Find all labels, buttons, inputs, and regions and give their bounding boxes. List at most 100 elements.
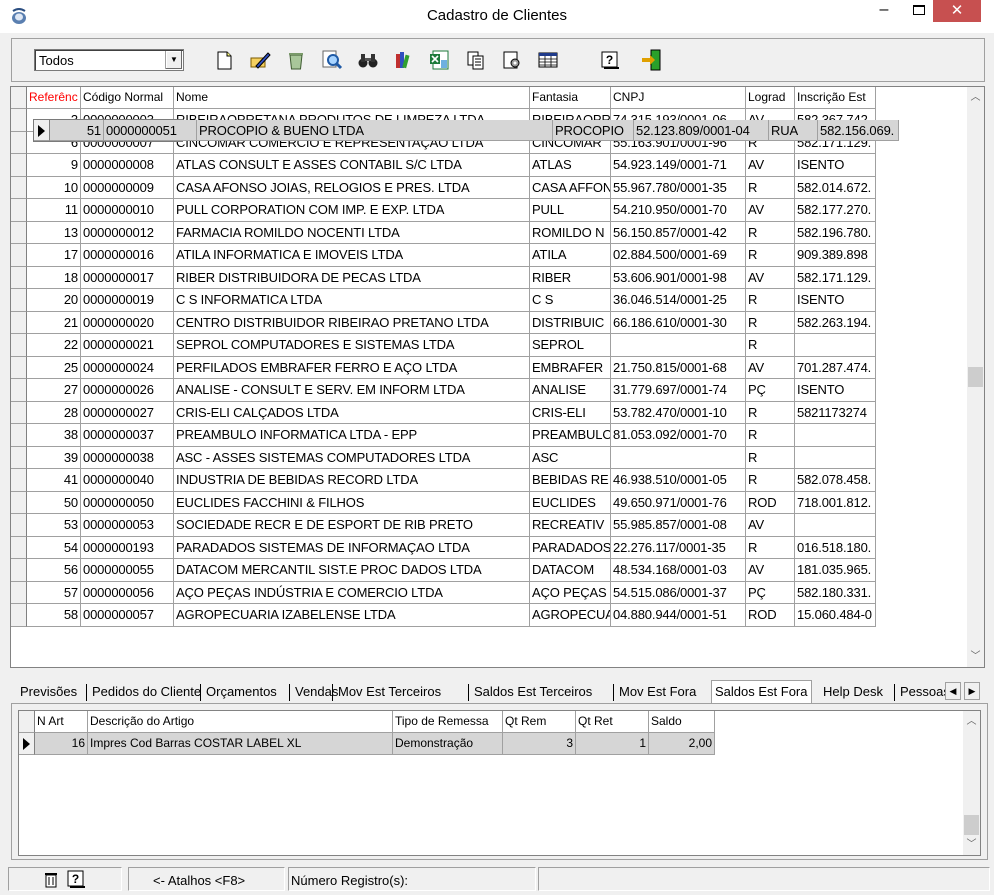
cell-referencia: 17 [27,244,81,267]
cell-fantasia: EMBRAFER [530,356,611,379]
grid-view-button[interactable] [536,48,562,74]
table-row[interactable]: 11 0000000010 PULL CORPORATION COM IMP. E … [11,199,876,222]
detail-row[interactable]: 16 Impres Cod Barras COSTAR LABEL XL Dem… [19,733,715,755]
table-row[interactable]: 10 0000000009 CASA AFONSO JOIAS, RELOGIOS … [11,176,876,199]
table-row[interactable]: 27 0000000026 ANALISE - CONSULT E SERV. EM… [11,379,876,402]
chevron-down-icon[interactable]: ▼ [165,51,182,69]
filter-select[interactable]: Todos ▼ [34,49,184,71]
cell-referencia: 10 [27,176,81,199]
col-header-referencia[interactable]: Referênc [27,87,81,109]
cell-referencia: 57 [27,581,81,604]
status-bar: ? <- Atalhos <F8> Número Registro(s): [8,866,990,892]
col-header-tipo-remessa[interactable]: Tipo de Remessa [393,711,503,733]
row-indicator [11,401,27,424]
cell-codigo: 0000000019 [81,289,174,312]
grid-scrollbar[interactable]: ︿ ﹀ [967,87,984,667]
col-header-logradouro[interactable]: Lograd [746,87,795,109]
table-row[interactable]: 54 0000000193 PARADADOS SISTEMAS DE INFORM… [11,536,876,559]
clients-grid[interactable]: Referênc Código Normal Nome Fantasia CNP… [10,86,985,668]
scroll-down-icon[interactable]: ﹀ [967,648,984,665]
tab-or-amentos[interactable]: Orçamentos [206,682,277,702]
detail-scroll-up-icon[interactable]: ︿ [963,713,980,730]
table-row[interactable]: 9 0000000008 ATLAS CONSULT E ASSES CONTABI… [11,154,876,177]
exit-button[interactable] [640,48,666,74]
cell-cnpj: 54.210.950/0001-70 [611,199,746,222]
cell-saldo: 2,00 [649,733,715,755]
tab-mov-est-terceiros[interactable]: Mov Est Terceiros [338,682,441,702]
edit-button[interactable] [248,48,274,74]
delete-button[interactable] [284,48,310,74]
table-row[interactable]: 58 0000000057 AGROPECUARIA IZABELENSE LTDA… [11,604,876,627]
col-header-fantasia[interactable]: Fantasia [530,87,611,109]
tab-scroll-left-icon[interactable]: ◀ [945,682,961,700]
cell-cnpj: 54.515.086/0001-37 [611,581,746,604]
detail-scrollbar[interactable]: ︿ ﹀ [963,711,980,855]
col-header-qt-rem[interactable]: Qt Rem [503,711,576,733]
tab-help-desk[interactable]: Help Desk [823,682,883,702]
table-row[interactable]: 41 0000000040 INDUSTRIA DE BEBIDAS RECORD … [11,469,876,492]
table-row[interactable]: 20 0000000019 C S INFORMATICA LTDA C S 36.04… [11,289,876,312]
detail-scroll-down-icon[interactable]: ﹀ [963,836,980,853]
col-header-saldo[interactable]: Saldo [649,711,715,733]
scroll-thumb[interactable] [968,367,983,387]
cell-referencia: 41 [27,469,81,492]
minimize-button[interactable]: – [870,0,898,22]
copy-button[interactable] [464,48,490,74]
search-button[interactable] [320,48,346,74]
help-button[interactable]: ? [598,48,624,74]
table-row[interactable]: 50 0000000050 EUCLIDES FACCHINI & FILHOS EU… [11,491,876,514]
cell-codigo: 0000000017 [81,266,174,289]
col-header-inscricao[interactable]: Inscrição Est [795,87,876,109]
table-row[interactable]: 56 0000000055 DATACOM MERCANTIL SIST.E PRO… [11,559,876,582]
cell-referencia: 22 [27,334,81,357]
table-row[interactable]: 28 0000000027 CRIS-ELI CALÇADOS LTDA CRIS-E… [11,401,876,424]
scroll-up-icon[interactable]: ︿ [967,89,984,106]
table-row[interactable]: 22 0000000021 SEPROL COMPUTADORES E SISTEM… [11,334,876,357]
detail-scroll-thumb[interactable] [964,815,979,835]
table-row[interactable]: 38 0000000037 PREAMBULO INFORMATICA LTDA -… [11,424,876,447]
tab-pessoas[interactable]: Pessoas [900,682,950,702]
cell-nome: ATILA INFORMATICA E IMOVEIS LTDA [174,244,530,267]
trash-icon[interactable] [43,871,59,888]
cell-cnpj: 36.046.514/0001-25 [611,289,746,312]
help-small-icon[interactable]: ? [67,870,85,889]
cell-cnpj: 66.186.610/0001-30 [611,311,746,334]
col-header-codigo[interactable]: Código Normal [81,87,174,109]
table-row[interactable]: 25 0000000024 PERFILADOS EMBRAFER FERRO E … [11,356,876,379]
table-row[interactable]: 57 0000000056 AÇO PEÇAS INDÚSTRIA E COMERC… [11,581,876,604]
cell-logradouro: PÇ [746,379,795,402]
col-header-descricao[interactable]: Descrição do Artigo [88,711,393,733]
binoculars-icon [358,54,378,68]
tab-mov-est-fora[interactable]: Mov Est Fora [619,682,696,702]
settings-button[interactable] [500,48,526,74]
row-indicator [11,199,27,222]
tab-scroll-right-icon[interactable]: ▶ [964,682,980,700]
table-row[interactable]: 39 0000000038 ASC - ASSES SISTEMAS COMPUTA… [11,446,876,469]
table-row[interactable]: 53 0000000053 SOCIEDADE RECR E DE ESPORT D… [11,514,876,537]
tab-saldos-est-fora[interactable]: Saldos Est Fora [711,680,812,704]
tab-pedidos-do-cliente[interactable]: Pedidos do Cliente [92,682,201,702]
col-header-qt-ret[interactable]: Qt Ret [576,711,649,733]
tab-saldos-est-terceiros[interactable]: Saldos Est Terceiros [474,682,592,702]
maximize-button[interactable] [905,0,933,22]
table-row[interactable]: 13 0000000012 FARMACIA ROMILDO NOCENTI LTD… [11,221,876,244]
tab-previs-es[interactable]: Previsões [20,682,77,702]
col-header-n-art[interactable]: N Art [35,711,88,733]
new-document-button[interactable] [212,48,238,74]
excel-export-button[interactable] [428,48,454,74]
table-row[interactable]: 17 0000000016 ATILA INFORMATICA E IMOVEIS … [11,244,876,267]
books-button[interactable] [392,48,418,74]
cell-nome: C S INFORMATICA LTDA [174,289,530,312]
cell-fantasia: EUCLIDES [530,491,611,514]
find-button[interactable] [356,48,382,74]
table-row[interactable]: 18 0000000017 RIBER DISTRIBUIDORA DE PECAS… [11,266,876,289]
col-header-nome[interactable]: Nome [174,87,530,109]
table-row[interactable]: 21 0000000020 CENTRO DISTRIBUIDOR RIBEIRAO… [11,311,876,334]
col-header-cnpj[interactable]: CNPJ [611,87,746,109]
table-row[interactable]: 51 0000000051 PROCOPIO & BUENO LTDA PROCOPI… [33,119,899,142]
cell-codigo: 0000000024 [81,356,174,379]
detail-grid-header: N Art Descrição do Artigo Tipo de Remess… [19,711,715,733]
detail-grid[interactable]: N Art Descrição do Artigo Tipo de Remess… [18,710,981,856]
cell-inscricao: 181.035.965. [795,559,876,582]
close-button[interactable]: ✕ [933,0,981,22]
